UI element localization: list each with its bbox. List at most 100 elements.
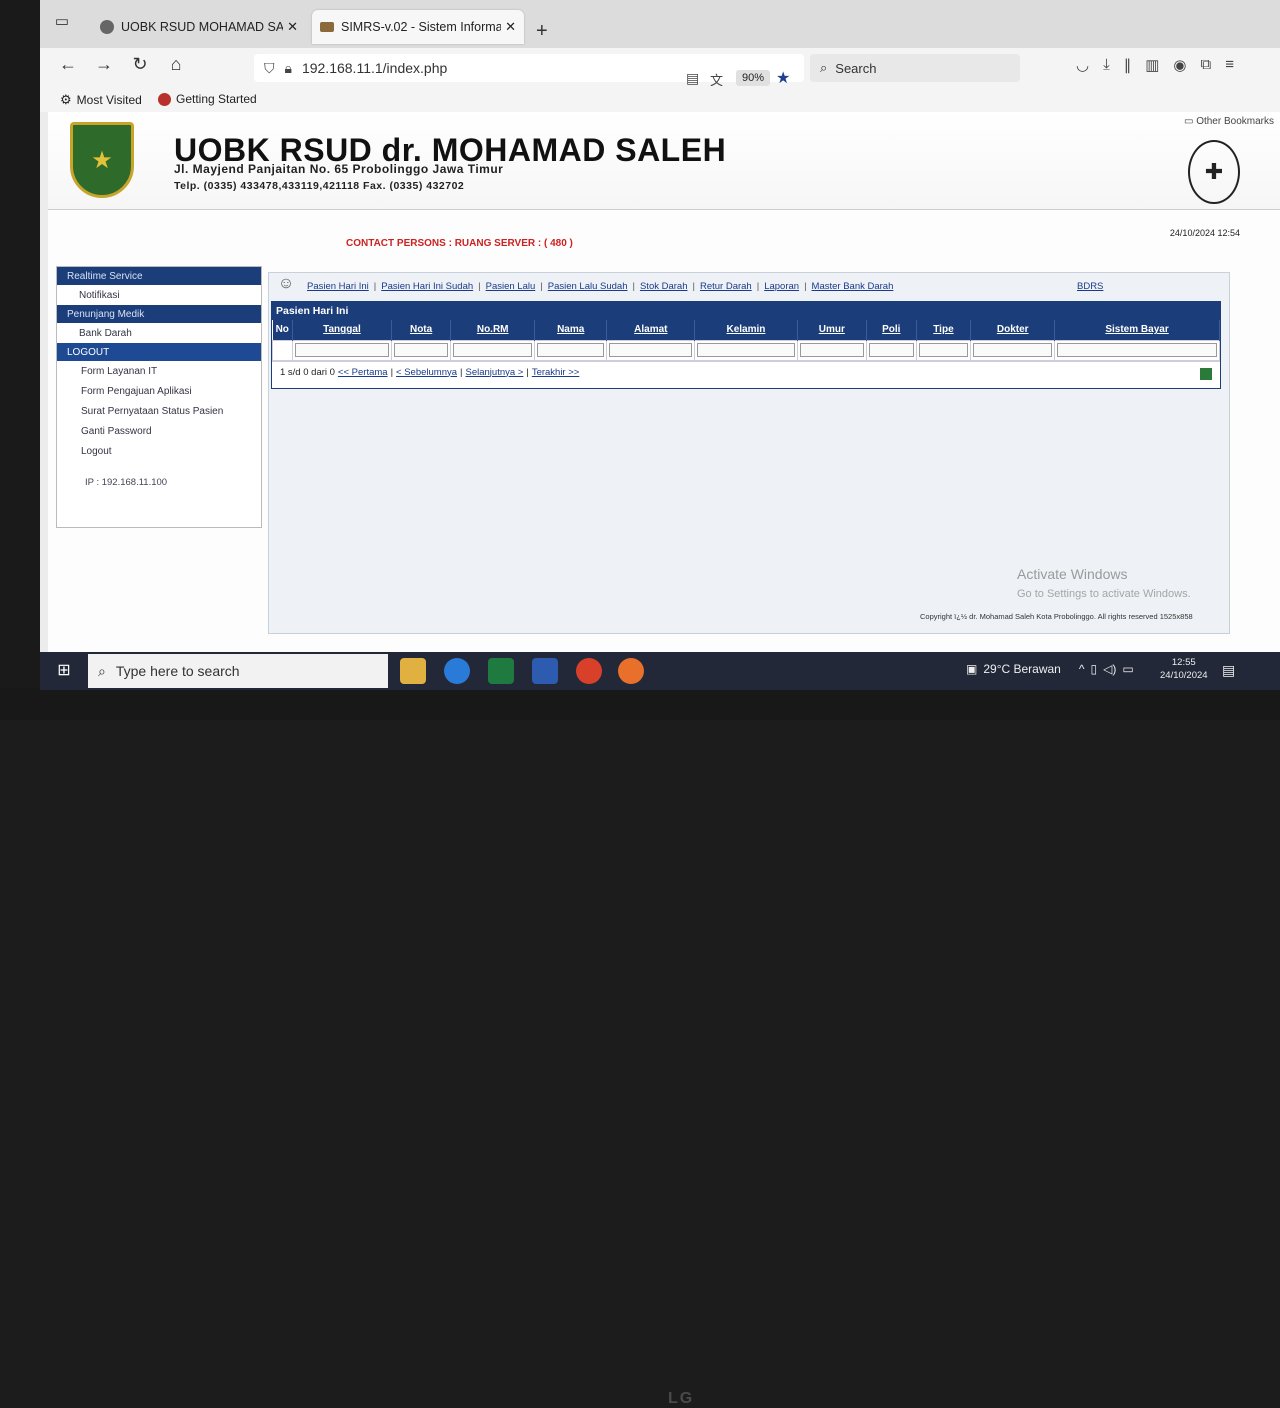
bookmark-label: Getting Started bbox=[176, 92, 257, 106]
filter-norm-input[interactable] bbox=[453, 343, 533, 357]
filter-alamat-input[interactable] bbox=[609, 343, 693, 357]
col-umur[interactable]: Umur bbox=[797, 320, 868, 340]
sidebar-icon[interactable]: ▥ bbox=[1145, 56, 1159, 74]
sidebar-item-form-pengajuan[interactable]: Form Pengajuan Aplikasi bbox=[57, 381, 261, 401]
search-input[interactable]: ⌕ Search bbox=[810, 54, 1020, 82]
sidebar-section-logout[interactable]: LOGOUT bbox=[57, 343, 261, 361]
menu-pasien-hari-ini-sudah[interactable]: Pasien Hari Ini Sudah bbox=[381, 281, 473, 292]
volume-icon[interactable]: ◁) bbox=[1103, 662, 1116, 676]
excel-icon[interactable] bbox=[488, 658, 514, 684]
network-icon[interactable]: ▯ bbox=[1091, 662, 1098, 676]
ministry-emblem-icon: ✚ bbox=[1188, 140, 1240, 204]
menu-bdrs[interactable]: BDRS bbox=[1077, 281, 1103, 292]
reader-view-icon[interactable]: ▤ bbox=[686, 70, 699, 87]
sidebar-item-form-layanan[interactable]: Form Layanan IT bbox=[57, 361, 261, 381]
bookmark-most-visited[interactable]: ⚙ Most Visited bbox=[60, 92, 142, 108]
reload-icon[interactable]: ↻ bbox=[128, 54, 152, 75]
copyright: Copyright ï¿½ dr. Mohamad Saleh Kota Pro… bbox=[920, 612, 1193, 621]
taskbar-search-input[interactable]: ⌕ Type here to search bbox=[88, 654, 388, 688]
filter-tanggal-input[interactable] bbox=[295, 343, 389, 357]
pager-last[interactable]: Terakhir >> bbox=[532, 367, 580, 378]
menu-icon[interactable]: ≡ bbox=[1225, 56, 1234, 74]
sidebar-item-notifikasi[interactable]: Notifikasi bbox=[57, 285, 261, 305]
bookmark-star-icon[interactable]: ★ bbox=[776, 68, 790, 88]
col-tipe[interactable]: Tipe bbox=[916, 320, 972, 340]
col-poli[interactable]: Poli bbox=[866, 320, 917, 340]
word-icon[interactable] bbox=[532, 658, 558, 684]
col-tanggal[interactable]: Tanggal bbox=[292, 320, 392, 340]
taskbar-search-placeholder: Type here to search bbox=[115, 663, 240, 679]
bookmark-getting-started[interactable]: Getting Started bbox=[158, 92, 257, 106]
col-norm[interactable]: No.RM bbox=[450, 320, 536, 340]
sidebar-item-ganti-password[interactable]: Ganti Password bbox=[57, 421, 261, 441]
close-icon[interactable]: ✕ bbox=[505, 19, 516, 35]
sidebar-item-bank-darah[interactable]: Bank Darah bbox=[57, 323, 261, 343]
back-icon[interactable]: ← bbox=[56, 54, 80, 75]
search-icon: ⌕ bbox=[820, 60, 828, 75]
col-alamat[interactable]: Alamat bbox=[606, 320, 696, 340]
pager-prev[interactable]: < Sebelumnya bbox=[396, 367, 457, 378]
lg-logo: LG bbox=[668, 1390, 695, 1407]
weather-text[interactable]: 29°C Berawan bbox=[983, 662, 1061, 676]
zoom-level[interactable]: 90% bbox=[736, 70, 771, 86]
taskbar-clock[interactable]: 12:55 24/10/2024 bbox=[1160, 656, 1208, 682]
tab-title: UOBK RSUD MOHAMAD SALEH bbox=[121, 20, 284, 34]
forward-icon[interactable]: → bbox=[92, 54, 116, 75]
notification-icon[interactable]: ▤ bbox=[1222, 662, 1235, 679]
sidebar-section-realtime[interactable]: Realtime Service bbox=[57, 267, 261, 285]
edge-icon[interactable] bbox=[444, 658, 470, 684]
menu-pasien-lalu[interactable]: Pasien Lalu bbox=[486, 281, 536, 292]
library-icon[interactable]: ∥ bbox=[1124, 56, 1132, 74]
filter-dokter-input[interactable] bbox=[973, 343, 1053, 357]
account-icon[interactable]: ◉ bbox=[1173, 56, 1186, 74]
filter-row bbox=[272, 339, 1220, 361]
pocket-icon[interactable]: ◡ bbox=[1076, 56, 1089, 74]
home-icon[interactable]: ⌂ bbox=[164, 54, 188, 75]
tab-uobk[interactable]: UOBK RSUD MOHAMAD SALEH ✕ bbox=[92, 10, 306, 44]
col-kelamin[interactable]: Kelamin bbox=[694, 320, 798, 340]
nav-bar: ← → ↻ ⌂ ⛉ 🔒︎ 192.168.11.1/index.php ▤ 文 … bbox=[40, 48, 1280, 88]
col-dokter[interactable]: Dokter bbox=[970, 320, 1056, 340]
col-nama[interactable]: Nama bbox=[534, 320, 608, 340]
other-bookmarks[interactable]: ▭ Other Bookmarks bbox=[1184, 116, 1274, 127]
filter-tipe-input[interactable] bbox=[918, 343, 969, 357]
page-header: ★ UOBK RSUD dr. MOHAMAD SALEH Jl. Mayjen… bbox=[48, 112, 1280, 210]
download-icon[interactable]: ⤓ bbox=[1103, 56, 1110, 74]
menu-retur-darah[interactable]: Retur Darah bbox=[700, 281, 752, 292]
pager-first[interactable]: << Pertama bbox=[338, 367, 388, 378]
filter-sistem-bayar-input[interactable] bbox=[1057, 343, 1217, 357]
weather-icon: ▣ bbox=[966, 662, 978, 676]
other-bookmarks-label: Other Bookmarks bbox=[1196, 116, 1274, 127]
col-sistem-bayar[interactable]: Sistem Bayar bbox=[1054, 320, 1220, 340]
firefox-icon[interactable] bbox=[618, 658, 644, 684]
filter-umur-input[interactable] bbox=[799, 343, 865, 357]
wps-office-icon[interactable] bbox=[576, 658, 602, 684]
taskbar: ⊞ ⌕ Type here to search ▣ 29°C Berawan ^… bbox=[40, 652, 1280, 690]
close-icon[interactable]: ✕ bbox=[287, 19, 298, 35]
filter-kelamin-input[interactable] bbox=[697, 343, 795, 357]
sidebar-item-logout[interactable]: Logout bbox=[57, 441, 261, 461]
filter-nama-input[interactable] bbox=[537, 343, 605, 357]
tray-chevron-icon[interactable]: ^ bbox=[1079, 662, 1085, 676]
filter-nota-input[interactable] bbox=[393, 343, 449, 357]
menu-stok-darah[interactable]: Stok Darah bbox=[640, 281, 688, 292]
menu-laporan[interactable]: Laporan bbox=[764, 281, 799, 292]
filter-poli-input[interactable] bbox=[869, 343, 914, 357]
menu-pasien-lalu-sudah[interactable]: Pasien Lalu Sudah bbox=[548, 281, 628, 292]
menu-pasien-hari-ini[interactable]: Pasien Hari Ini bbox=[307, 281, 369, 292]
col-nota[interactable]: Nota bbox=[391, 320, 452, 340]
file-explorer-icon[interactable] bbox=[400, 658, 426, 684]
pager-next[interactable]: Selanjutnya > bbox=[466, 367, 524, 378]
sidebar-item-surat-pernyataan[interactable]: Surat Pernyataan Status Pasien bbox=[57, 401, 261, 421]
tab-overview-icon[interactable]: ▭ bbox=[52, 12, 72, 30]
extensions-icon[interactable]: ⧉ bbox=[1201, 56, 1212, 74]
windows-start-icon[interactable]: ⊞ bbox=[48, 660, 80, 684]
excel-export-icon[interactable] bbox=[1200, 368, 1212, 380]
table-header-row: No Tanggal Nota No.RM Nama Alamat Kelami… bbox=[272, 320, 1220, 340]
new-tab-icon[interactable]: + bbox=[536, 20, 548, 43]
message-icon[interactable]: ▭ bbox=[1122, 662, 1133, 676]
tab-simrs[interactable]: SIMRS-v.02 - Sistem Informasi M ✕ bbox=[312, 10, 524, 44]
panel-title: Pasien Hari Ini bbox=[272, 302, 1220, 320]
menu-master-bank-darah[interactable]: Master Bank Darah bbox=[812, 281, 894, 292]
sidebar-section-penunjang[interactable]: Penunjang Medik bbox=[57, 305, 261, 323]
